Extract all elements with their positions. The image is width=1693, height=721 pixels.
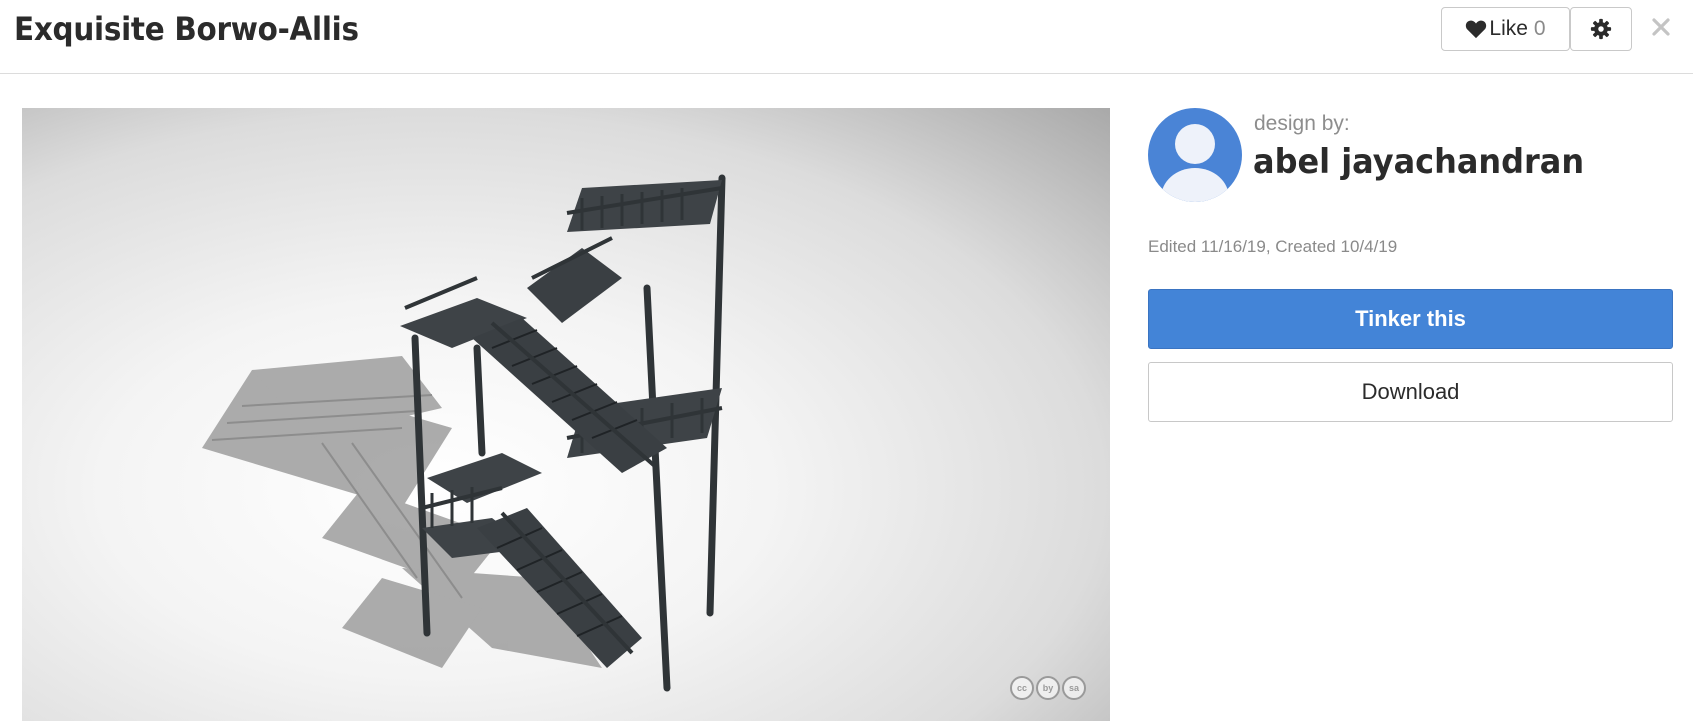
download-button[interactable]: Download [1148, 362, 1673, 422]
avatar[interactable] [1148, 108, 1242, 202]
design-by-label: design by: [1254, 112, 1350, 135]
close-button[interactable] [1646, 12, 1676, 42]
like-button[interactable]: Like 0 [1441, 7, 1570, 51]
gear-icon [1590, 18, 1612, 40]
close-icon [1652, 18, 1670, 36]
page-header: Exquisite Borwo-Allis Like 0 [0, 0, 1693, 74]
design-preview[interactable]: cc by sa [22, 108, 1110, 721]
tinker-this-button[interactable]: Tinker this [1148, 289, 1673, 349]
license-badges: cc by sa [1010, 676, 1086, 700]
author-name[interactable]: abel jayachandran [1253, 142, 1584, 182]
page-title: Exquisite Borwo-Allis [14, 10, 359, 48]
settings-button[interactable] [1570, 7, 1632, 51]
attribution-icon: by [1036, 676, 1060, 700]
share-alike-icon: sa [1062, 676, 1086, 700]
edit-dates: Edited 11/16/19, Created 10/4/19 [1148, 237, 1398, 256]
user-icon [1161, 124, 1229, 202]
cc-license-icon: cc [1010, 676, 1034, 700]
like-label: Like [1489, 17, 1528, 40]
heart-icon [1466, 20, 1487, 39]
like-count: 0 [1533, 17, 1546, 40]
staircase-model-image [202, 174, 726, 692]
